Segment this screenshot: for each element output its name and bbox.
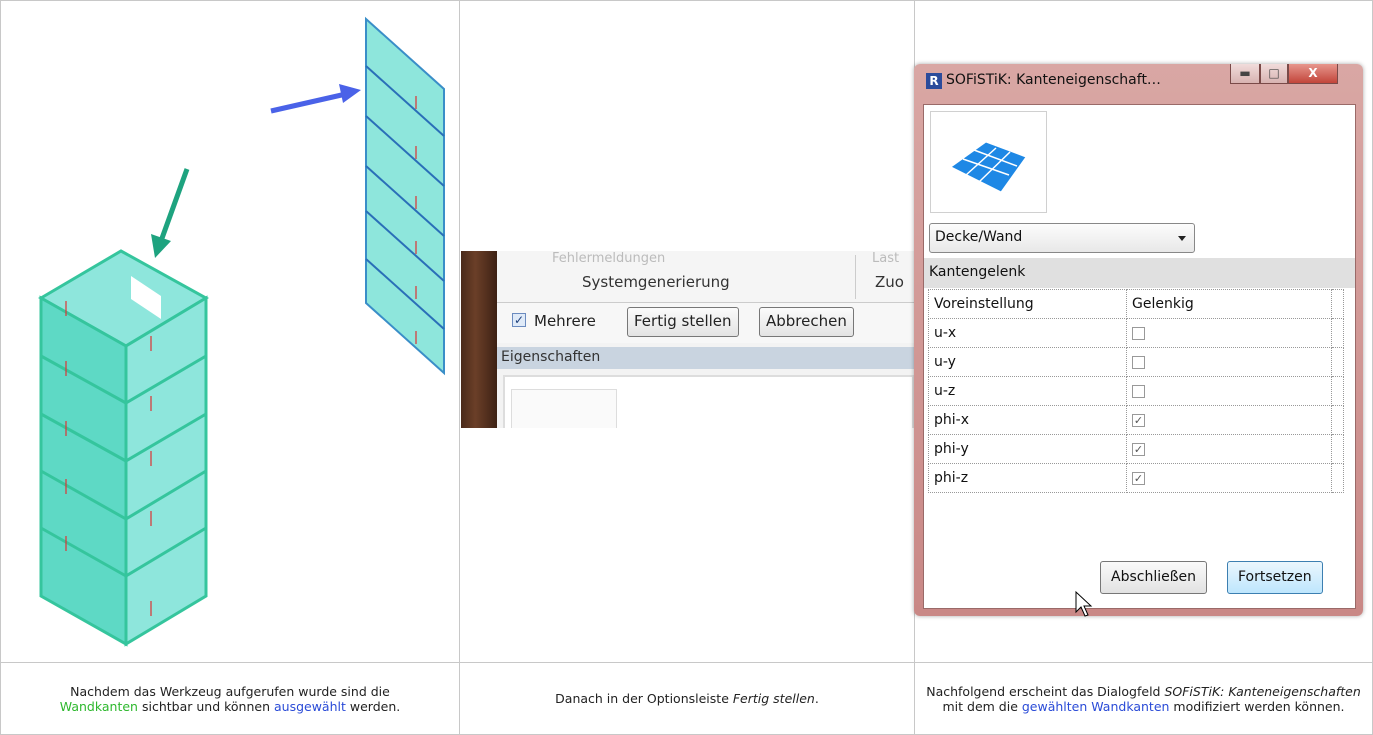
row-label-phix: phi-x (928, 405, 1127, 435)
mehrere-label: Mehrere (534, 312, 596, 330)
abbrechen-button[interactable]: Abbrechen (759, 307, 854, 337)
wandkanten-link[interactable]: Wandkanten (60, 699, 138, 714)
wall-panel-stack[interactable] (365, 16, 445, 376)
type-thumbnail[interactable] (511, 389, 617, 428)
header-voreinstellung: Voreinstellung (928, 289, 1127, 319)
row-label-uy: u-y (928, 347, 1127, 377)
caption-cell-3: Nachfolgend erscheint das Dialogfeld SOF… (914, 662, 1373, 735)
caption-cell-2: Danach in der Optionsleiste Fertig stell… (459, 662, 915, 735)
arrow-blue-icon (270, 84, 361, 114)
mehrere-checkbox[interactable]: ✓ (512, 313, 526, 327)
building-core[interactable] (37, 249, 210, 647)
caption-2-text-a: Danach in der Optionsleiste (555, 691, 733, 706)
ribbon-faded-label-1: Fehlermeldungen (552, 251, 666, 266)
dialog-body: Decke/Wand Kantengelenk Voreinstellung G… (923, 104, 1356, 617)
checkbox-phiy[interactable]: ✓ (1132, 442, 1145, 456)
caption-2-text-b: . (814, 691, 819, 706)
kanteneigenschaften-dialog: R SOFiSTiK: Kanteneigenschaft… ▬ □ X Dec… (914, 64, 1363, 617)
revit-app-icon: R (926, 73, 942, 89)
arrow-green-icon (151, 168, 190, 258)
fortsetzen-button[interactable]: Fortsetzen (1227, 561, 1323, 594)
table-row: phi-y ✓ (928, 434, 1344, 464)
checkbox-phix[interactable]: ✓ (1132, 413, 1145, 427)
caption-1: Nachdem das Werkzeug aufgerufen wurde si… (1, 663, 459, 734)
chevron-down-icon (1178, 236, 1186, 241)
minimize-icon[interactable]: ▬ (1230, 64, 1260, 84)
ribbon-panel: Fehlermeldungen Last Systemgenerierung Z… (497, 251, 914, 303)
caption-3: Nachfolgend erscheint das Dialogfeld SOF… (915, 663, 1372, 734)
ribbon-faded-label-2: Last (872, 251, 900, 266)
row-label-ux: u-x (928, 318, 1127, 348)
caption-1-text-c: werden. (345, 698, 401, 714)
gewaehlte-wandkanten-link[interactable]: gewählten Wandkanten (1022, 699, 1170, 714)
checkbox-uy[interactable] (1132, 355, 1145, 369)
checkbox-uz[interactable] (1132, 384, 1145, 398)
row-label-uz: u-z (928, 376, 1127, 406)
caption-3-text-b: mit dem die (942, 698, 1022, 714)
checkbox-phiz[interactable]: ✓ (1132, 471, 1145, 485)
fertig-stellen-button[interactable]: Fertig stellen (627, 307, 739, 337)
tutorial-grid: Fehlermeldungen Last Systemgenerierung Z… (0, 0, 1373, 735)
caption-1-text-a: Nachdem das Werkzeug aufgerufen wurde si… (70, 683, 390, 699)
row-label-phiz: phi-z (928, 463, 1127, 493)
ribbon-group-systemgenerierung[interactable]: Systemgenerierung (582, 273, 730, 291)
maximize-icon[interactable]: □ (1260, 64, 1288, 84)
section-kantengelenk: Kantengelenk (924, 258, 1355, 288)
table-header-row: Voreinstellung Gelenkig (928, 289, 1344, 319)
header-gelenkig: Gelenkig (1126, 289, 1332, 319)
caption-cell-1: Nachdem das Werkzeug aufgerufen wurde si… (0, 662, 460, 735)
combo-value: Decke/Wand (935, 229, 1023, 245)
table-row: u-x (928, 318, 1344, 348)
caption-3-emphasis: SOFiSTiK: Kanteneigenschaften (1164, 683, 1361, 699)
caption-2: Danach in der Optionsleiste Fertig stell… (460, 663, 914, 734)
ribbon-group-zuo[interactable]: Zuo (875, 273, 904, 291)
wall-edges-3d-view (0, 0, 460, 663)
joint-table: Voreinstellung Gelenkig u-x u-y u-z phi-… (928, 289, 1344, 493)
caption-1-text-b: sichtbar und können (137, 698, 274, 714)
wood-background (461, 251, 497, 428)
caption-3-text-c: modifiziert werden können. (1169, 698, 1345, 714)
table-row: phi-z ✓ (928, 463, 1344, 493)
mouse-cursor-icon (1075, 590, 1093, 617)
row-label-phiy: phi-y (928, 434, 1127, 464)
ribbon-separator (855, 255, 856, 299)
surface-mesh-icon (930, 111, 1047, 213)
table-row: u-y (928, 347, 1344, 377)
option-bar-screenshot: Fehlermeldungen Last Systemgenerierung Z… (461, 251, 914, 428)
properties-header: Eigenschaften (497, 347, 914, 369)
caption-2-emphasis: Fertig stellen (732, 691, 815, 706)
abschliessen-button[interactable]: Abschließen (1100, 561, 1208, 594)
ausgewaehlt-link[interactable]: ausgewählt (274, 699, 346, 714)
table-row: u-z (928, 376, 1344, 406)
checkbox-ux[interactable] (1132, 326, 1145, 340)
caption-3-text-a: Nachfolgend erscheint das Dialogfeld (926, 683, 1165, 699)
close-icon[interactable]: X (1288, 64, 1338, 84)
dialog-title: SOFiSTiK: Kanteneigenschaft… (946, 72, 1161, 88)
type-combobox[interactable]: Decke/Wand (929, 223, 1195, 253)
table-row: phi-x ✓ (928, 405, 1344, 435)
building-3d-model (37, 16, 445, 647)
